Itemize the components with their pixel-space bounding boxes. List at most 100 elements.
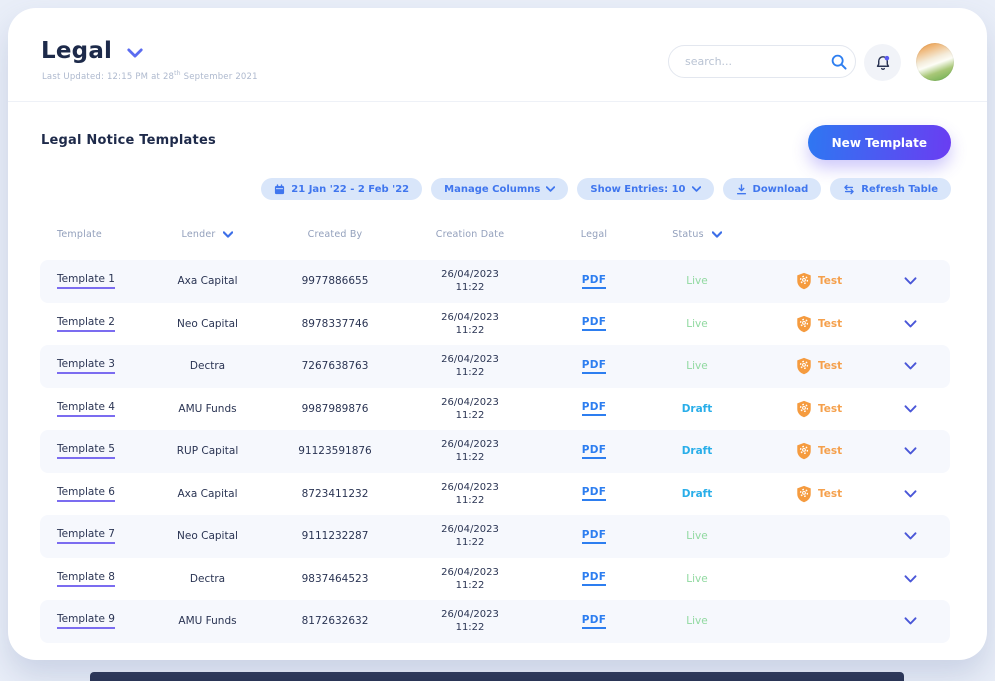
- table-row: Template 7 Neo Capital 9111232287 26/04/…: [40, 515, 950, 558]
- created-by-cell: 8172632632: [302, 615, 369, 627]
- row-expand-chevron-icon[interactable]: [904, 617, 917, 625]
- header-creation-date: Creation Date: [400, 229, 540, 240]
- table-header-row: Template Lender Created By Creation Date…: [40, 229, 950, 240]
- pdf-link[interactable]: PDF: [582, 571, 606, 586]
- search-input[interactable]: [685, 55, 830, 68]
- template-link[interactable]: Template 3: [57, 358, 115, 374]
- row-expand-chevron-icon[interactable]: [904, 575, 917, 583]
- shield-gear-icon: [796, 272, 812, 290]
- new-template-button[interactable]: New Template: [808, 125, 951, 160]
- notifications-button[interactable]: [864, 44, 901, 81]
- download-button[interactable]: Download: [723, 178, 822, 200]
- lender-cell: Axa Capital: [178, 275, 238, 287]
- pdf-link[interactable]: PDF: [582, 444, 606, 459]
- pdf-link[interactable]: PDF: [582, 529, 606, 544]
- table-row: Template 8 Dectra 9837464523 26/04/2023 …: [40, 558, 950, 601]
- table-row: Template 2 Neo Capital 8978337746 26/04/…: [40, 303, 950, 346]
- row-expand-chevron-icon[interactable]: [904, 405, 917, 413]
- row-expand-chevron-icon[interactable]: [904, 532, 917, 540]
- shield-gear-icon: [796, 442, 812, 460]
- pdf-link[interactable]: PDF: [582, 614, 606, 629]
- template-link[interactable]: Template 9: [57, 613, 115, 629]
- row-expand-chevron-icon[interactable]: [904, 447, 917, 455]
- header-divider: [8, 101, 987, 102]
- row-expand-chevron-icon[interactable]: [904, 320, 917, 328]
- last-updated-text: Last Updated: 12:15 PM at 28th September…: [42, 70, 258, 82]
- test-badge: Test: [796, 315, 842, 333]
- status-badge: Live: [686, 275, 707, 287]
- created-by-cell: 9987989876: [302, 403, 369, 415]
- pdf-link[interactable]: PDF: [582, 401, 606, 416]
- table-row: Template 5 RUP Capital 91123591876 26/04…: [40, 430, 950, 473]
- row-expand-chevron-icon[interactable]: [904, 362, 917, 370]
- search-box: [668, 45, 856, 78]
- test-badge: Test: [796, 272, 842, 290]
- pdf-link[interactable]: PDF: [582, 486, 606, 501]
- template-link[interactable]: Template 6: [57, 486, 115, 502]
- refresh-table-button[interactable]: Refresh Table: [830, 178, 951, 200]
- created-by-cell: 9837464523: [302, 573, 369, 585]
- show-entries-button[interactable]: Show Entries: 10: [577, 178, 713, 200]
- header-legal: Legal: [540, 229, 648, 240]
- header-lender: Lender: [145, 229, 270, 240]
- lender-cell: Axa Capital: [178, 488, 238, 500]
- row-expand-chevron-icon[interactable]: [904, 490, 917, 498]
- created-by-cell: 9977886655: [302, 275, 369, 287]
- lender-cell: AMU Funds: [178, 615, 236, 627]
- status-badge: Draft: [682, 445, 713, 457]
- shield-gear-icon: [796, 315, 812, 333]
- calendar-icon: [274, 184, 285, 195]
- header-status: Status: [648, 229, 746, 240]
- created-by-cell: 8978337746: [302, 318, 369, 330]
- lender-cell: Neo Capital: [177, 318, 238, 330]
- test-badge: Test: [796, 485, 842, 503]
- manage-columns-button[interactable]: Manage Columns: [431, 178, 568, 200]
- created-by-cell: 7267638763: [302, 360, 369, 372]
- download-icon: [736, 184, 747, 195]
- table-row: Template 4 AMU Funds 9987989876 26/04/20…: [40, 388, 950, 431]
- lender-sort-icon[interactable]: [223, 231, 233, 238]
- creation-date-cell: 26/04/2023 11:22: [441, 608, 499, 634]
- template-link[interactable]: Template 1: [57, 273, 115, 289]
- shield-gear-icon: [796, 357, 812, 375]
- shield-gear-icon: [796, 400, 812, 418]
- header-created-by: Created By: [270, 229, 400, 240]
- creation-date-cell: 26/04/2023 11:22: [441, 268, 499, 294]
- status-badge: Live: [686, 530, 707, 542]
- pdf-link[interactable]: PDF: [582, 359, 606, 374]
- status-badge: Live: [686, 615, 707, 627]
- pdf-link[interactable]: PDF: [582, 316, 606, 331]
- header-template: Template: [40, 229, 145, 240]
- creation-date-cell: 26/04/2023 11:22: [441, 311, 499, 337]
- bottom-dock-bar: [90, 672, 904, 681]
- row-expand-chevron-icon[interactable]: [904, 277, 917, 285]
- lender-cell: AMU Funds: [178, 403, 236, 415]
- page-title-label: Legal: [41, 38, 112, 64]
- template-link[interactable]: Template 4: [57, 401, 115, 417]
- template-link[interactable]: Template 7: [57, 528, 115, 544]
- status-badge: Draft: [682, 403, 713, 415]
- status-badge: Draft: [682, 488, 713, 500]
- pdf-link[interactable]: PDF: [582, 274, 606, 289]
- chevron-down-icon[interactable]: [127, 48, 143, 58]
- template-link[interactable]: Template 8: [57, 571, 115, 587]
- creation-date-cell: 26/04/2023 11:22: [441, 523, 499, 549]
- search-icon[interactable]: [830, 53, 848, 71]
- creation-date-cell: 26/04/2023 11:22: [441, 438, 499, 464]
- template-link[interactable]: Template 5: [57, 443, 115, 459]
- user-avatar[interactable]: [916, 43, 954, 81]
- creation-date-cell: 26/04/2023 11:22: [441, 566, 499, 592]
- status-badge: Live: [686, 318, 707, 330]
- template-link[interactable]: Template 2: [57, 316, 115, 332]
- chevron-down-icon: [546, 186, 555, 192]
- creation-date-cell: 26/04/2023 11:22: [441, 353, 499, 379]
- table-row: Template 3 Dectra 7267638763 26/04/2023 …: [40, 345, 950, 388]
- created-by-cell: 8723411232: [302, 488, 369, 500]
- chevron-down-icon: [692, 186, 701, 192]
- bell-icon: [873, 53, 893, 73]
- status-sort-icon[interactable]: [712, 231, 722, 238]
- lender-cell: RUP Capital: [177, 445, 238, 457]
- date-range-button[interactable]: 21 Jan '22 - 2 Feb '22: [261, 178, 422, 200]
- status-badge: Live: [686, 573, 707, 585]
- page-title: Legal: [41, 38, 143, 64]
